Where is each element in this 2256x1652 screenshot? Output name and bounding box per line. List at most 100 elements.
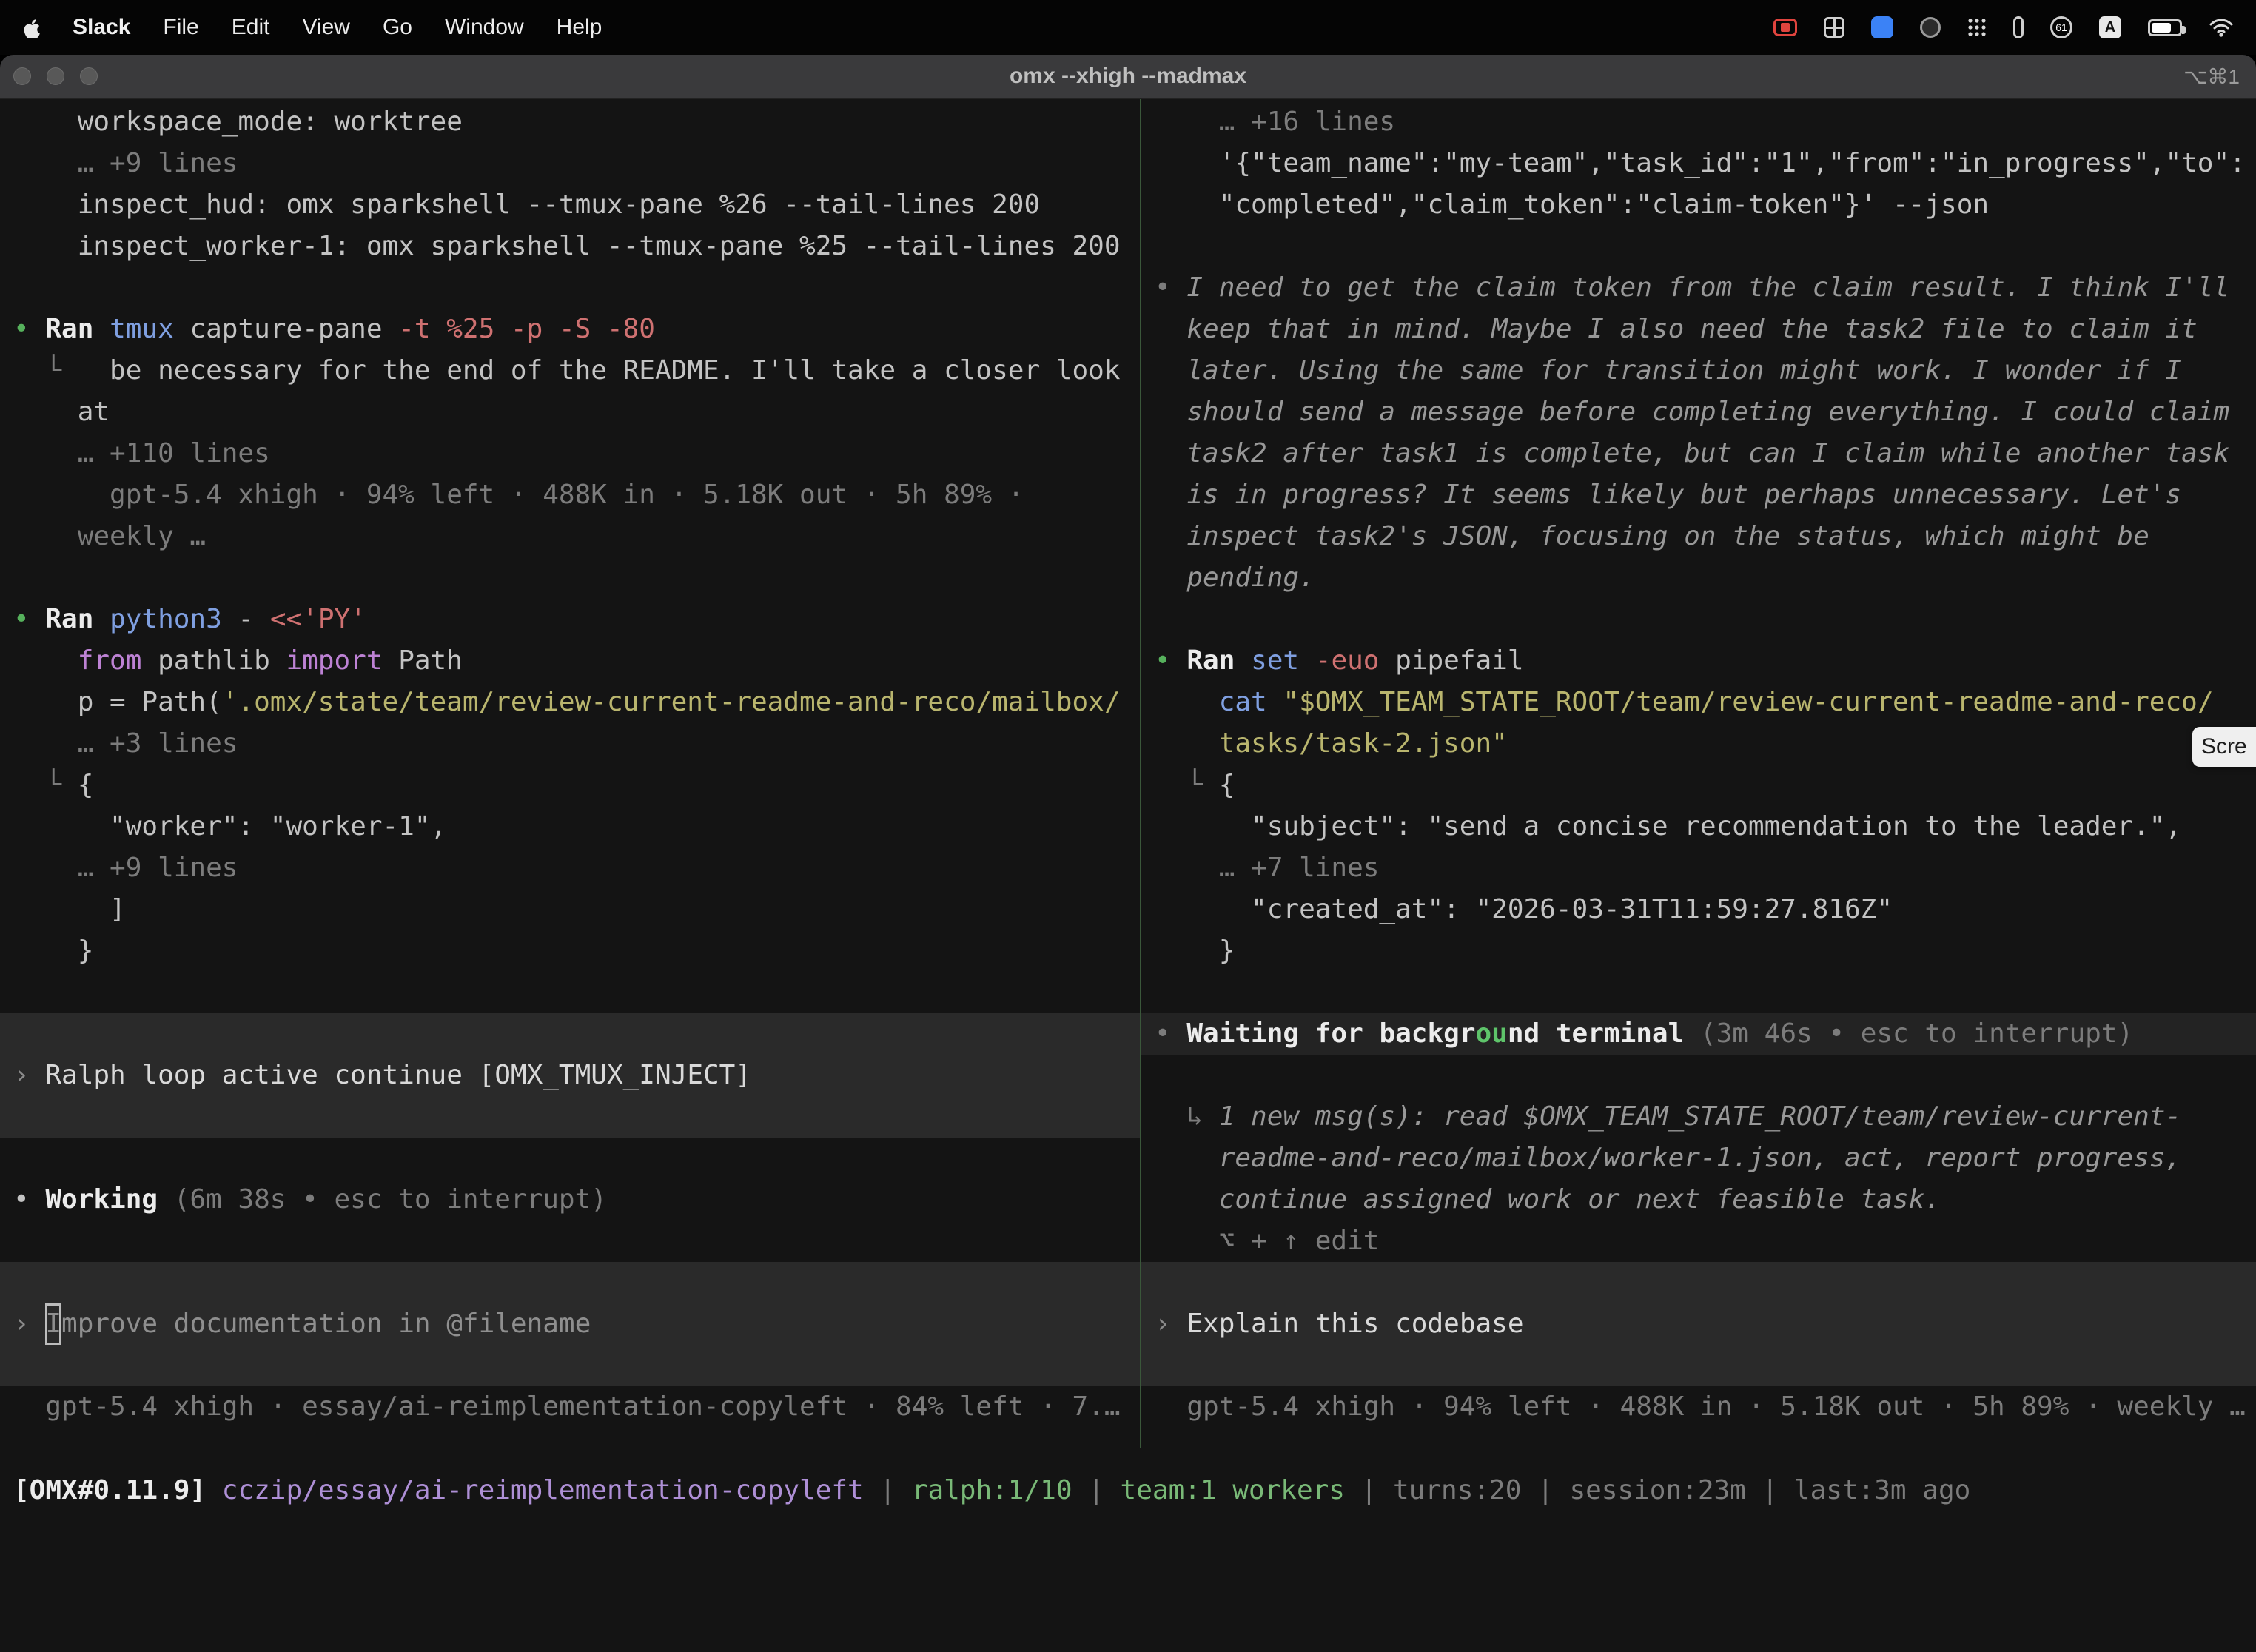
terminal-line — [1141, 1055, 2256, 1096]
window-grid-icon[interactable] — [1824, 17, 1844, 38]
apple-menu-icon[interactable] — [22, 17, 40, 38]
menu-window[interactable]: Window — [445, 15, 524, 40]
text-segment: Waiting for backgr — [1186, 1018, 1475, 1049]
pill-icon[interactable] — [2013, 16, 2024, 38]
terminal-line: • I need to get the claim token from the… — [1141, 267, 2256, 309]
text-segment: (6m 38s • esc to interrupt) — [174, 1184, 607, 1215]
text-segment: at — [13, 397, 110, 427]
text-segment: › — [13, 1309, 45, 1339]
terminal-line: … +9 lines — [0, 143, 1140, 184]
text-segment: … +16 lines — [1155, 107, 1395, 137]
dots-grid-icon[interactable] — [1967, 18, 1987, 37]
text-segment: readme-and-reco/mailbox/worker-1.json, a… — [1155, 1143, 2181, 1173]
terminal-line — [0, 1345, 1140, 1386]
battery-icon[interactable] — [2148, 19, 2182, 36]
text-segment: last:3m ago — [1794, 1475, 1970, 1505]
terminal-line: keep that in mind. Maybe I also need the… — [1141, 309, 2256, 350]
input-source-icon[interactable]: A — [2099, 16, 2121, 38]
omx-status-line: [OMX#0.11.9] cczip/essay/ai-reimplementa… — [0, 1470, 2256, 1511]
text-segment: • — [1155, 645, 1186, 676]
wifi-icon[interactable] — [2209, 18, 2234, 37]
text-segment: be necessary for the end of the README. … — [110, 355, 1120, 386]
terminal-line: '{"team_name":"my-team","task_id":"1","f… — [1141, 143, 2256, 184]
text-segment: └ — [1155, 770, 1219, 800]
text-segment: … +7 lines — [1155, 853, 1379, 883]
menu-file[interactable]: File — [163, 15, 198, 40]
text-segment: later. Using the same for transition mig… — [1155, 355, 2181, 386]
text-segment — [13, 645, 78, 676]
terminal-line: task2 after task1 is complete, but can I… — [1141, 433, 2256, 474]
terminal-line — [0, 1013, 1140, 1055]
dark-circle-icon[interactable] — [1920, 17, 1941, 38]
text-segment: gpt-5.4 xhigh · essay/ai-reimplementatio… — [13, 1391, 1121, 1422]
terminal-line: workspace_mode: worktree — [0, 101, 1140, 143]
text-segment: workspace_mode: worktree — [13, 107, 463, 137]
text-segment: '.omx/state/team/review-current-readme-a… — [222, 687, 1121, 717]
text-segment: pipefail — [1395, 645, 1523, 676]
menu-edit[interactable]: Edit — [232, 15, 270, 40]
prompt-suggestion-explain[interactable]: › Explain this codebase — [1141, 1303, 2256, 1345]
terminal-line: readme-and-reco/mailbox/worker-1.json, a… — [1141, 1138, 2256, 1179]
text-segment: ↳ — [1155, 1101, 1219, 1132]
terminal-line — [0, 972, 1140, 1013]
screen-recording-indicator[interactable] — [1773, 19, 1797, 36]
text-segment: should send a message before completing … — [1155, 397, 2229, 427]
text-segment: Path — [398, 645, 463, 676]
app-menu-slack[interactable]: Slack — [73, 15, 130, 40]
terminal-line — [1141, 1345, 2256, 1386]
text-segment: p = Path( — [13, 687, 222, 717]
menu-view[interactable]: View — [302, 15, 349, 40]
text-segment: } — [13, 936, 93, 966]
gauge-61-icon[interactable]: 61 — [2050, 16, 2072, 38]
text-segment: └ — [13, 355, 110, 386]
terminal-line: at — [0, 392, 1140, 433]
desktop-screen: Slack File Edit View Go Window Help 61 A — [0, 0, 2256, 1652]
raycast-icon[interactable] — [1871, 16, 1893, 38]
text-segment: ⌥ + ↑ edit — [1155, 1226, 1379, 1256]
text-segment: • — [1155, 1018, 1186, 1049]
screen-notification-flap[interactable]: Scre — [2192, 727, 2256, 767]
terminal-line: ↳ 1 new msg(s): read $OMX_TEAM_STATE_ROO… — [1141, 1096, 2256, 1138]
text-segment: | — [864, 1475, 912, 1505]
text-segment: ] — [13, 894, 126, 924]
window-title-bar[interactable]: omx --xhigh --madmax ⌥⌘1 — [0, 55, 2256, 99]
terminal-line: "completed","claim_token":"claim-token"}… — [1141, 184, 2256, 226]
text-segment: nd terminal — [1508, 1018, 1700, 1049]
terminal-line — [1141, 972, 2256, 1013]
text-segment: tmux — [110, 314, 189, 344]
text-segment: ou — [1476, 1018, 1508, 1049]
terminal-line: cat "$OMX_TEAM_STATE_ROOT/team/review-cu… — [1141, 682, 2256, 723]
prompt-suggestion-ralph[interactable]: › Ralph loop active continue [OMX_TMUX_I… — [0, 1055, 1140, 1096]
terminal-line: weekly … — [0, 516, 1140, 557]
text-segment: └ — [13, 770, 78, 800]
terminal-line — [0, 1262, 1140, 1303]
window-shortcut-hint: ⌥⌘1 — [2183, 64, 2240, 89]
text-segment: | — [1521, 1475, 1569, 1505]
terminal-pane-right[interactable]: … +16 lines '{"team_name":"my-team","tas… — [1141, 101, 2256, 1434]
terminal-line — [1141, 1262, 2256, 1303]
text-segment: '{"team_name":"my-team","task_id":"1","f… — [1155, 148, 2246, 178]
terminal-line: tasks/task-2.json" — [1141, 723, 2256, 765]
text-segment: … +110 lines — [13, 438, 270, 469]
menu-go[interactable]: Go — [383, 15, 412, 40]
terminal-line: • Ran set -euo pipefail — [1141, 640, 2256, 682]
terminal-line: } — [1141, 930, 2256, 972]
right-pane-content: … +16 lines '{"team_name":"my-team","tas… — [1141, 101, 2256, 1428]
text-segment: gpt-5.4 xhigh · 94% left · 488K in · 5.1… — [1155, 1391, 2246, 1422]
terminal-line: └ be necessary for the end of the README… — [0, 350, 1140, 392]
terminal-line: … +110 lines — [0, 433, 1140, 474]
terminal-line: "created_at": "2026-03-31T11:59:27.816Z" — [1141, 889, 2256, 930]
terminal-pane-left[interactable]: workspace_mode: worktree … +9 lines insp… — [0, 101, 1140, 1434]
text-segment: Explain this codebase — [1186, 1309, 1523, 1339]
terminal-line: from pathlib import Path — [0, 640, 1140, 682]
menu-help[interactable]: Help — [557, 15, 602, 40]
text-segment: Ran — [1186, 645, 1251, 676]
text-segment — [206, 1475, 222, 1505]
text-segment: inspect task2's JSON, focusing on the st… — [1155, 521, 2149, 551]
text-segment: "subject": "send a concise recommendatio… — [1155, 811, 2181, 842]
terminal-line: └ { — [1141, 765, 2256, 806]
terminal-line: … +9 lines — [0, 847, 1140, 889]
prompt-input[interactable]: › Improve documentation in @filename — [0, 1303, 1140, 1345]
text-segment: Ran — [45, 604, 110, 634]
text-segment: (3m 46s • esc to interrupt) — [1700, 1018, 2133, 1049]
